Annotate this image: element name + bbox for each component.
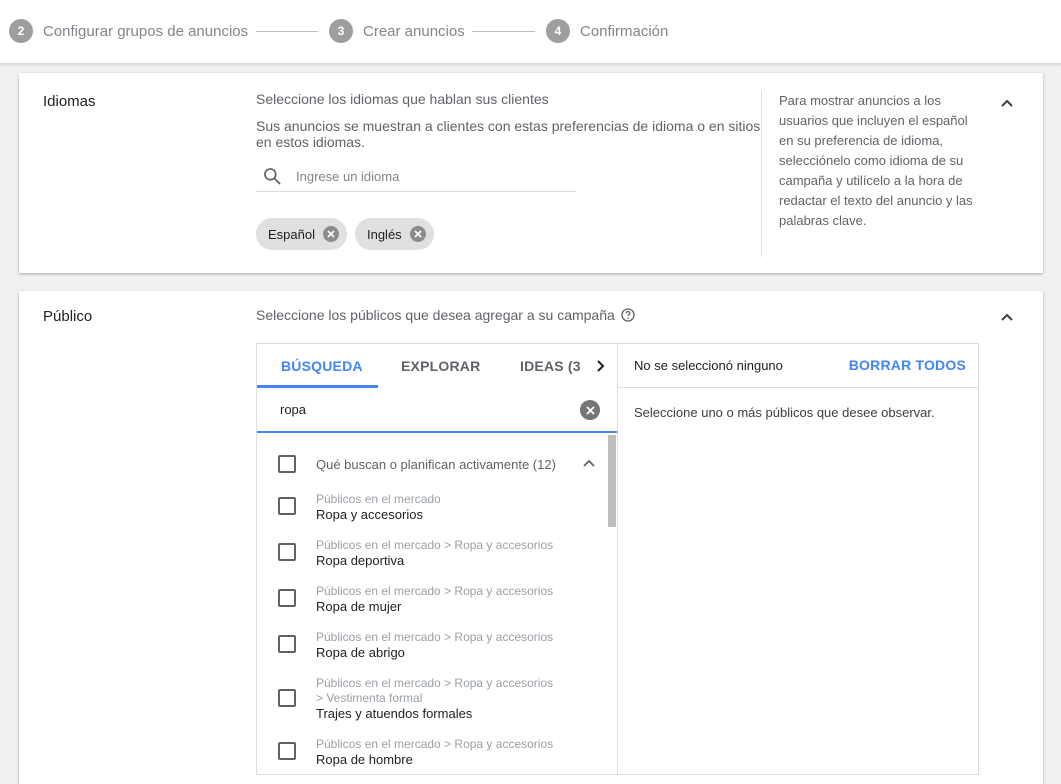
step-number: 3 — [329, 19, 353, 43]
remove-chip-icon[interactable] — [409, 226, 426, 242]
step-confirmation[interactable]: 4 Confirmación — [546, 19, 668, 43]
item-checkbox[interactable] — [278, 589, 296, 607]
item-checkbox[interactable] — [278, 497, 296, 515]
language-search-input[interactable] — [296, 168, 556, 184]
step-label: Crear anuncios — [363, 22, 465, 40]
item-name: Ropa y accesorios — [316, 507, 423, 522]
languages-subtitle: Seleccione los idiomas que hablan sus cl… — [256, 91, 549, 107]
item-path: Públicos en el mercado > Ropa y accesori… — [316, 538, 554, 552]
chevron-right-icon — [596, 359, 605, 373]
item-path: Públicos en el mercado > Ropa y accesori… — [316, 737, 554, 751]
audience-picker: BÚSQUEDA EXPLORAR IDEAS (3 ropa Qué busc… — [256, 343, 979, 775]
item-path-continued: > Vestimenta formal — [316, 691, 423, 705]
results-scrollbar[interactable] — [608, 435, 616, 527]
step-number: 2 — [9, 19, 33, 43]
item-name: Ropa de mujer — [316, 599, 402, 614]
step-create-ads[interactable]: 3 Crear anuncios — [329, 19, 465, 43]
chip-label: Inglés — [366, 226, 402, 242]
item-name: Trajes y atuendos formales — [316, 706, 473, 721]
step-connector — [256, 31, 318, 32]
item-checkbox[interactable] — [278, 689, 296, 707]
clear-search-icon[interactable] — [580, 400, 600, 420]
selected-empty-hint: Seleccione uno o más públicos que desee … — [634, 405, 935, 420]
item-path: Públicos en el mercado > Ropa y accesori… — [316, 584, 554, 598]
step-configure-ad-groups[interactable]: 2 Configurar grupos de anuncios — [9, 19, 248, 43]
chip-label: Español — [268, 226, 315, 242]
item-checkbox[interactable] — [278, 742, 296, 760]
item-checkbox[interactable] — [278, 635, 296, 653]
chevron-up-icon[interactable] — [582, 458, 596, 468]
item-path: Públicos en el mercado > Ropa y accesori… — [316, 676, 554, 690]
language-chip-english[interactable]: Inglés — [354, 218, 434, 250]
selected-audiences-pane: No se seleccionó ninguno BORRAR TODOS Se… — [618, 344, 978, 774]
tab-ideas[interactable]: IDEAS (3 — [520, 344, 581, 388]
languages-help-text: Para mostrar anuncios a los usuarios que… — [779, 93, 973, 228]
audience-search-input[interactable] — [280, 402, 570, 417]
audience-title: Público — [43, 308, 93, 325]
collapse-languages-button[interactable] — [995, 91, 1019, 115]
selected-languages: Español Inglés — [256, 218, 434, 250]
languages-title: Idiomas — [43, 93, 96, 110]
tab-search[interactable]: BÚSQUEDA — [281, 344, 363, 388]
remove-chip-icon[interactable] — [322, 226, 339, 242]
language-search-field[interactable] — [256, 161, 576, 192]
languages-card: Idiomas Seleccione los idiomas que habla… — [19, 73, 1043, 273]
audience-results-list: Qué buscan o planifican activamente (12)… — [257, 435, 617, 774]
help-icon[interactable] — [621, 308, 635, 322]
tabs-next-button[interactable] — [588, 354, 612, 378]
audience-subtitle: Seleccione los públicos que desea agrega… — [256, 307, 615, 323]
language-chip-spanish[interactable]: Español — [256, 218, 347, 250]
item-name: Ropa deportiva — [316, 553, 405, 568]
chevron-up-icon — [1000, 312, 1014, 322]
chevron-up-icon — [1000, 98, 1014, 108]
help-divider — [761, 91, 762, 257]
audience-subtitle-row: Seleccione los públicos que desea agrega… — [256, 307, 635, 323]
item-checkbox[interactable] — [278, 543, 296, 561]
step-number: 4 — [546, 19, 570, 43]
audience-browse-pane: BÚSQUEDA EXPLORAR IDEAS (3 ropa Qué busc… — [257, 344, 618, 774]
group-label: Qué buscan o planifican activamente (12) — [316, 457, 556, 472]
tab-explore[interactable]: EXPLORAR — [401, 344, 480, 388]
item-path: Públicos en el mercado > Ropa y accesori… — [316, 630, 554, 644]
clear-all-button[interactable]: BORRAR TODOS — [849, 357, 966, 373]
selected-header: No se seleccionó ninguno BORRAR TODOS — [618, 344, 978, 388]
campaign-stepper: 2 Configurar grupos de anuncios 3 Crear … — [0, 0, 1061, 64]
step-label: Configurar grupos de anuncios — [43, 22, 249, 40]
languages-description: Sus anuncios se muestran a clientes con … — [256, 118, 761, 150]
step-label: Confirmación — [580, 22, 669, 40]
selection-status: No se seleccionó ninguno — [634, 358, 783, 373]
audience-search-field[interactable] — [257, 388, 617, 433]
audience-tabs: BÚSQUEDA EXPLORAR IDEAS (3 — [257, 344, 617, 388]
step-connector — [472, 31, 535, 32]
group-checkbox[interactable] — [278, 455, 296, 473]
item-path: Públicos en el mercado — [316, 492, 441, 506]
audience-card: Público Seleccione los públicos que dese… — [19, 291, 1043, 784]
item-name: Ropa de abrigo — [316, 645, 405, 660]
collapse-audience-button[interactable] — [995, 305, 1019, 329]
item-name: Ropa de hombre — [316, 752, 413, 767]
search-icon — [262, 166, 282, 186]
